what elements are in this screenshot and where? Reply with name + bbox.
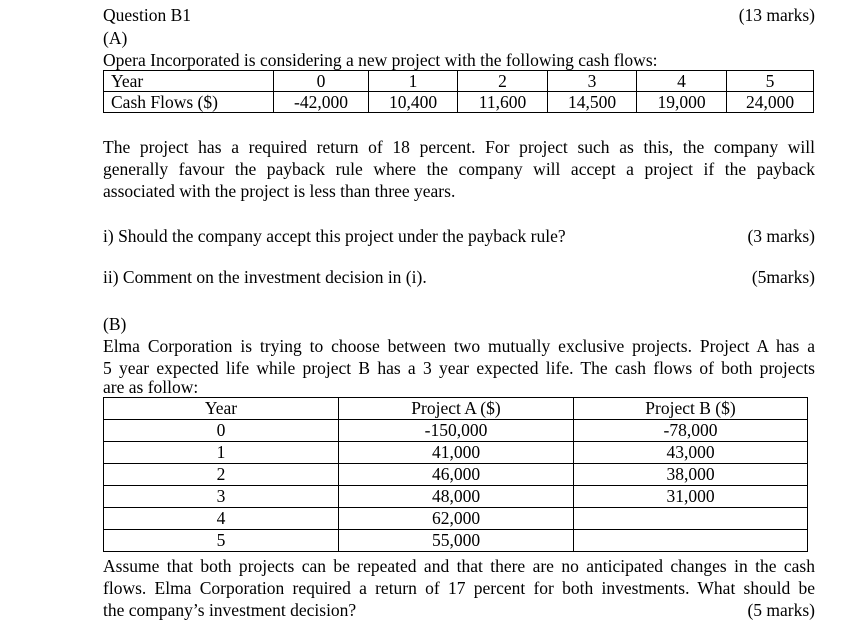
project-a-cell: 55,000 [338,529,574,552]
part-a-paragraph-line: associated with the project is less than… [103,181,456,201]
project-b-cell: 31,000 [573,485,808,508]
header-project-a: Project A ($) [338,397,574,420]
question-ii-text: ii) Comment on the investment decision i… [103,267,427,287]
part-b-intro-line: 5 year expected life while project B has… [103,358,815,378]
part-b-label: (B) [103,314,127,334]
part-a-paragraph-line: The project has a required return of 18 … [103,137,815,157]
year-cell: 2 [103,463,339,486]
project-b-cell: -78,000 [573,419,808,442]
project-b-cell [573,529,808,552]
question-i-text: i) Should the company accept this projec… [103,226,566,246]
year-cell: 4 [103,507,339,530]
year-cell: 4 [636,70,727,92]
question-title: Question B1 [103,5,191,25]
table-row: 2 46,000 38,000 [103,463,808,486]
table-row: Cash Flows ($) -42,000 10,400 11,600 14,… [103,91,814,113]
project-a-cell: -150,000 [338,419,574,442]
cash-flow-cell: 11,600 [457,91,548,113]
part-a-label: (A) [103,28,128,48]
year-cell: 3 [547,70,637,92]
year-cell: 0 [103,419,339,442]
question-ii-marks: (5marks) [751,267,815,287]
part-b-closing-line: the company’s investment decision? [103,600,357,620]
cash-flow-cell: 10,400 [368,91,458,113]
cash-flow-cell: 24,000 [726,91,814,113]
projects-cash-flow-table: Year Project A ($) Project B ($) 0 -150,… [103,397,808,552]
year-cell: 2 [457,70,548,92]
year-cell: 5 [103,529,339,552]
year-cell: 3 [103,485,339,508]
part-a-paragraph-line: generally favour the payback rule where … [103,159,815,179]
project-b-cell: 38,000 [573,463,808,486]
cash-flow-table: Year 0 1 2 3 4 5 Cash Flows ($) -42,000 … [103,70,814,113]
year-cell: 0 [273,70,369,92]
cash-flow-cell: -42,000 [273,91,369,113]
part-a-intro: Opera Incorporated is considering a new … [103,50,658,70]
project-a-cell: 48,000 [338,485,574,508]
project-a-cell: 46,000 [338,463,574,486]
row-label-cash-flows: Cash Flows ($) [103,91,274,113]
part-b-closing-line: Assume that both projects can be repeate… [103,556,815,576]
part-b-intro-line: are as follow: [103,377,199,397]
part-b-intro-line: Elma Corporation is trying to choose bet… [103,336,815,356]
cash-flow-cell: 19,000 [636,91,727,113]
table-row: 0 -150,000 -78,000 [103,419,808,442]
project-a-cell: 62,000 [338,507,574,530]
year-cell: 1 [368,70,458,92]
table-header-row: Year Project A ($) Project B ($) [103,397,808,420]
project-a-cell: 41,000 [338,441,574,464]
header-year: Year [103,397,339,420]
year-cell: 1 [103,441,339,464]
project-b-cell [573,507,808,530]
question-i-marks: (3 marks) [747,226,815,246]
table-row: Year 0 1 2 3 4 5 [103,70,814,92]
row-label-year: Year [103,70,274,92]
table-row: 3 48,000 31,000 [103,485,808,508]
table-row: 5 55,000 [103,529,808,552]
part-b-closing-line: flows. Elma Corporation required a retur… [103,578,815,598]
cash-flow-cell: 14,500 [547,91,637,113]
part-b-marks: (5 marks) [747,600,815,620]
table-row: 1 41,000 43,000 [103,441,808,464]
table-row: 4 62,000 [103,507,808,530]
year-cell: 5 [726,70,814,92]
header-project-b: Project B ($) [573,397,808,420]
total-marks: (13 marks) [738,5,815,25]
project-b-cell: 43,000 [573,441,808,464]
